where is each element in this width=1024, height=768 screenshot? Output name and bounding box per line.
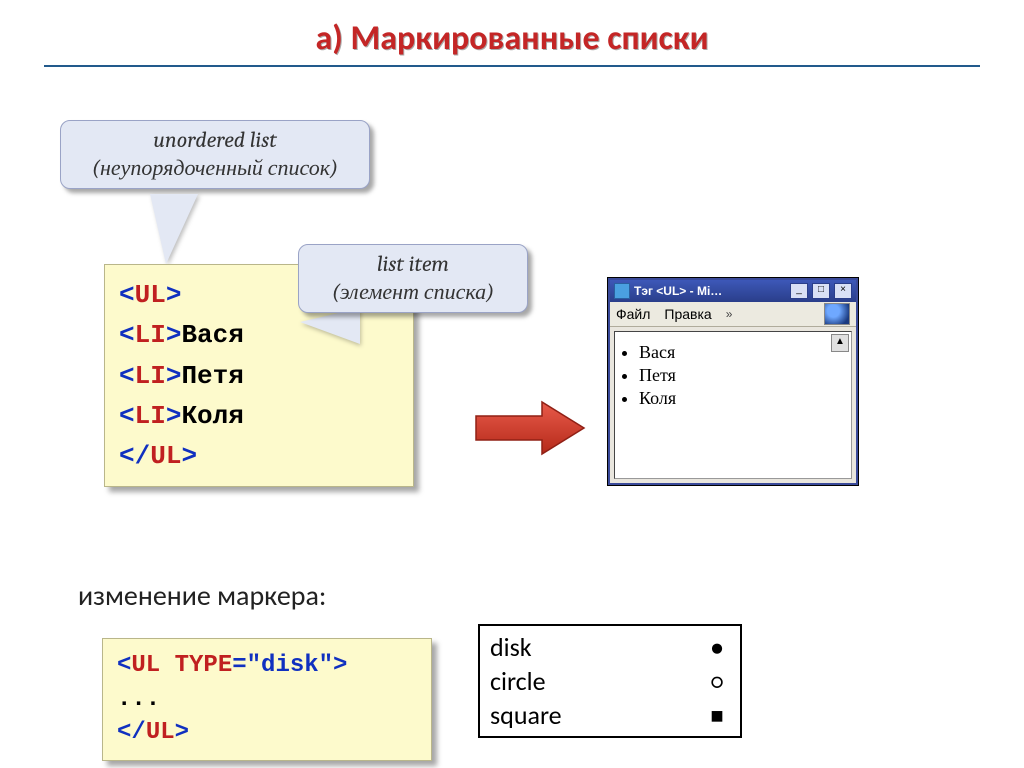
code-text: Петя bbox=[181, 361, 243, 391]
window-title: Тэг <UL> - Mi… bbox=[634, 284, 786, 298]
code-tag: UL bbox=[135, 280, 166, 310]
list-item: Коля bbox=[639, 388, 843, 409]
code-ellipsis: ... bbox=[117, 686, 160, 713]
code-angle: > bbox=[166, 280, 182, 310]
window-titlebar: Тэг <UL> - Mi… _ □ × bbox=[610, 280, 856, 302]
code-angle: < bbox=[119, 401, 135, 431]
callout-tail bbox=[300, 308, 360, 344]
menu-overflow-icon[interactable]: » bbox=[726, 307, 733, 321]
code-text: Вася bbox=[181, 320, 243, 350]
arrow-right-icon bbox=[472, 398, 592, 458]
callout-text: (неупорядоченный список) bbox=[75, 155, 355, 183]
code-angle: > bbox=[181, 441, 197, 471]
rendered-list: Вася Петя Коля bbox=[639, 342, 843, 409]
code-example-type: <UL TYPE="disk"> ... </UL> bbox=[102, 638, 432, 761]
list-item: Вася bbox=[639, 342, 843, 363]
code-angle: > bbox=[175, 719, 189, 746]
table-row: square ■ bbox=[490, 698, 730, 732]
table-row: circle ○ bbox=[490, 664, 730, 698]
menu-bar: Файл Правка » bbox=[610, 302, 856, 327]
callout-text: unordered list bbox=[75, 127, 355, 155]
close-button[interactable]: × bbox=[834, 283, 852, 299]
slide-heading: а) Маркированные списки bbox=[0, 18, 1024, 59]
browser-window: Тэг <UL> - Mi… _ □ × Файл Правка » ▲ Вас… bbox=[608, 278, 858, 485]
minimize-button[interactable]: _ bbox=[790, 283, 808, 299]
code-angle: < bbox=[119, 320, 135, 350]
code-tag: UL bbox=[146, 719, 175, 746]
code-tag: LI bbox=[135, 361, 166, 391]
menu-file[interactable]: Файл bbox=[616, 306, 650, 322]
code-angle: < bbox=[119, 280, 135, 310]
callout-list-item: list item (элемент списка) bbox=[298, 244, 528, 313]
code-angle: </ bbox=[119, 441, 150, 471]
maximize-button[interactable]: □ bbox=[812, 283, 830, 299]
list-item: Петя bbox=[639, 365, 843, 386]
code-tag: UL bbox=[131, 652, 160, 679]
callout-unordered-list: unordered list (неупорядоченный список) bbox=[60, 120, 370, 189]
scroll-up-button[interactable]: ▲ bbox=[831, 334, 849, 352]
app-icon bbox=[614, 283, 630, 299]
code-attr: TYPE bbox=[175, 652, 233, 679]
marker-name: disk bbox=[490, 631, 704, 663]
code-angle: > bbox=[166, 361, 182, 391]
code-angle: < bbox=[117, 652, 131, 679]
code-angle: < bbox=[119, 361, 135, 391]
code-angle: > bbox=[166, 401, 182, 431]
code-tag: UL bbox=[150, 441, 181, 471]
code-text: Коля bbox=[181, 401, 243, 431]
table-row: disk ● bbox=[490, 630, 730, 664]
callout-text: (элемент списка) bbox=[313, 279, 513, 307]
menu-edit[interactable]: Правка bbox=[664, 306, 711, 322]
code-angle: > bbox=[166, 320, 182, 350]
heading-underline bbox=[44, 65, 980, 67]
marker-name: circle bbox=[490, 665, 704, 697]
square-marker-icon: ■ bbox=[704, 702, 730, 729]
code-tag: LI bbox=[135, 401, 166, 431]
circle-marker-icon: ○ bbox=[704, 668, 730, 695]
marker-name: square bbox=[490, 699, 704, 731]
code-tag: LI bbox=[135, 320, 166, 350]
callout-text: list item bbox=[313, 251, 513, 279]
marker-types-table: disk ● circle ○ square ■ bbox=[478, 624, 742, 738]
browser-viewport: ▲ Вася Петя Коля bbox=[614, 331, 852, 479]
code-space bbox=[160, 652, 174, 679]
subheading: изменение маркера: bbox=[78, 578, 326, 613]
code-angle: ="disk"> bbox=[232, 652, 347, 679]
code-angle: </ bbox=[117, 719, 146, 746]
ie-logo-icon bbox=[824, 303, 850, 325]
callout-tail bbox=[150, 194, 198, 264]
disk-marker-icon: ● bbox=[704, 634, 730, 661]
